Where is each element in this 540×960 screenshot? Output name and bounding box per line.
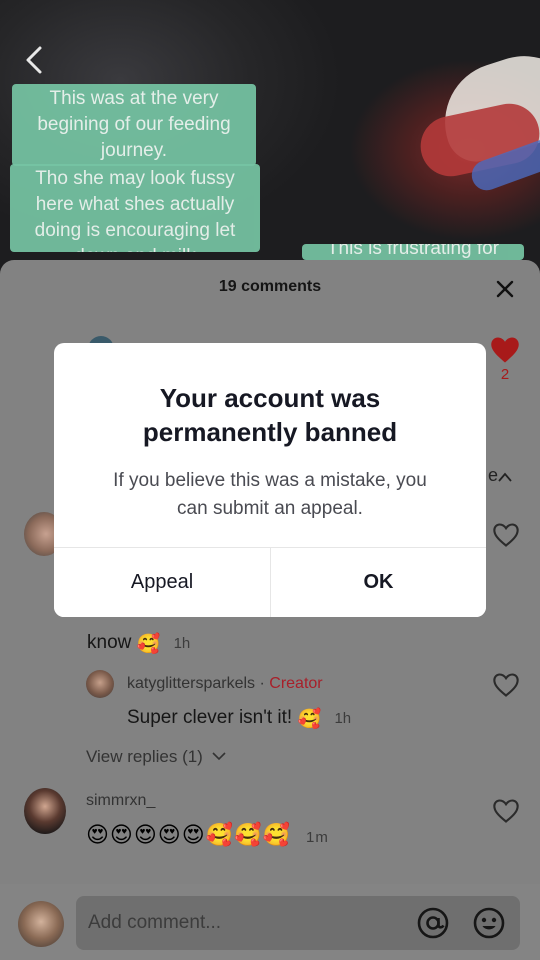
comment-text: 😍😍😍😍😍🥰🥰🥰 1m (86, 822, 329, 848)
comment-body: know (87, 632, 132, 653)
video-caption: Tho she may look fussy here what shes ac… (10, 164, 260, 252)
video-caption: This was at the very begining of our fee… (12, 84, 256, 166)
comment-timestamp: 1h (173, 635, 191, 652)
view-replies-label: View replies (1) (86, 747, 203, 766)
account-banned-dialog: Your account was permanently banned If y… (54, 343, 486, 617)
view-replies-button[interactable]: View replies (1) (86, 747, 226, 767)
emoji-smile-icon[interactable] (472, 906, 506, 940)
heart-outline-icon[interactable] (492, 522, 520, 548)
comment-timestamp: 1h (334, 710, 352, 727)
caption-line: here what shes actually (35, 194, 235, 215)
caption-line: This was at the very (49, 88, 219, 109)
comment-text: know 🥰 1h (87, 632, 190, 654)
like-count: 2 (500, 366, 510, 383)
caption-line: Tho she may look fussy (35, 168, 235, 189)
ok-button[interactable]: OK (270, 548, 486, 617)
separator-dot: · (255, 675, 270, 692)
dialog-message: If you believe this was a mistake, you c… (82, 467, 458, 523)
emoji: 🥰 (136, 634, 161, 655)
caption-line: begining of our feeding (37, 114, 231, 135)
heart-outline-icon[interactable] (492, 672, 520, 698)
add-comment-input[interactable] (76, 896, 520, 950)
heart-filled-icon[interactable] (490, 336, 520, 364)
current-user-avatar (18, 901, 64, 947)
avatar[interactable] (86, 670, 114, 698)
video-caption: This is frustrating for (302, 244, 524, 260)
dialog-title-line: Your account was (159, 383, 381, 413)
close-icon[interactable] (494, 278, 516, 300)
avatar[interactable] (24, 788, 66, 834)
caption-line: down and milk (18, 244, 252, 252)
back-chevron-icon[interactable] (22, 44, 46, 76)
chevron-down-icon (212, 752, 226, 761)
collapsed-text-peek: e (488, 465, 499, 485)
heart-outline-icon[interactable] (492, 798, 520, 824)
creator-badge: Creator (269, 675, 323, 692)
comment-text: Super clever isn't it! 🥰 1h (127, 707, 351, 729)
dialog-message-line: can submit an appeal. (177, 498, 363, 519)
dialog-message-line: If you believe this was a mistake, you (113, 470, 427, 491)
dialog-title-line: permanently banned (142, 417, 398, 447)
appeal-button[interactable]: Appeal (54, 548, 270, 617)
dialog-title: Your account was permanently banned (54, 381, 486, 449)
emoji: 🥰 (297, 709, 322, 730)
comments-count-title: 19 comments (218, 278, 322, 295)
username[interactable]: simmrxn_ (86, 792, 155, 810)
comment-timestamp: 1m (305, 829, 329, 846)
emoji-string: 😍😍😍😍😍🥰🥰🥰 (86, 822, 291, 847)
chevron-up-icon[interactable] (498, 472, 512, 482)
username[interactable]: katyglittersparkels (127, 675, 255, 692)
mention-at-icon[interactable] (416, 906, 450, 940)
caption-line: This is frustrating for (326, 244, 500, 259)
reply-username-line: katyglittersparkels · Creator (127, 675, 323, 693)
caption-line: doing is encouraging let (34, 220, 236, 241)
comment-body: Super clever isn't it! (127, 707, 293, 728)
caption-line: journey. (100, 140, 168, 161)
